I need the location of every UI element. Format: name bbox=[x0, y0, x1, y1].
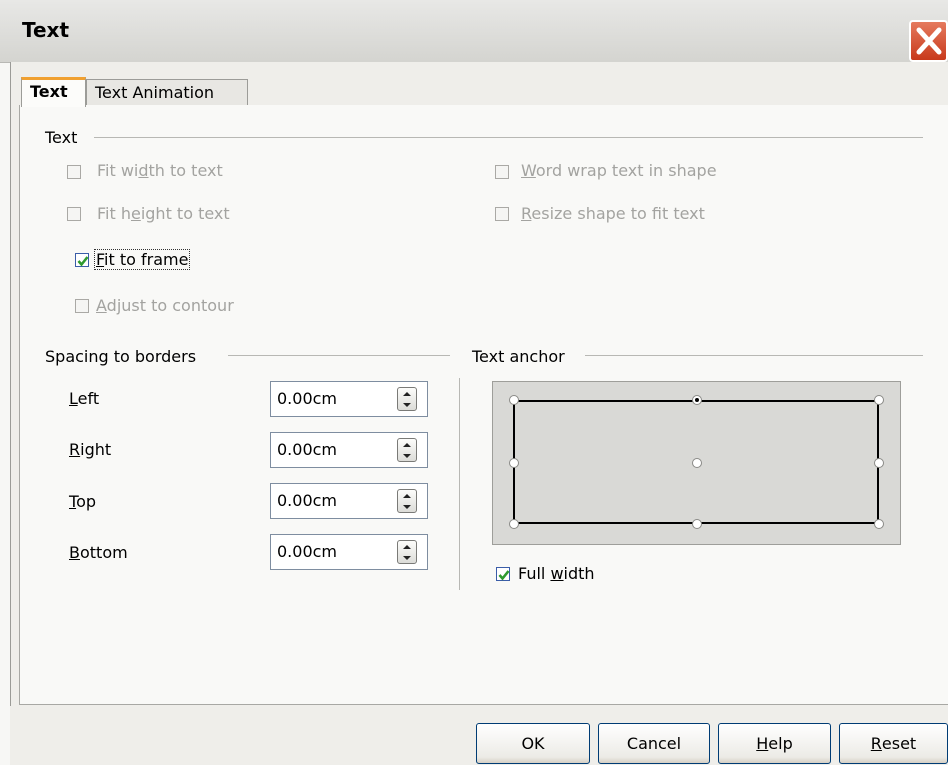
right-spacing-field[interactable] bbox=[270, 432, 428, 468]
anchor-middle-left[interactable] bbox=[509, 458, 519, 468]
close-icon bbox=[916, 27, 942, 55]
bottom-spacing-input[interactable] bbox=[277, 542, 387, 561]
text-section-line bbox=[94, 137, 923, 138]
top-spacing-input[interactable] bbox=[277, 491, 387, 510]
anchor-bottom-center[interactable] bbox=[692, 519, 702, 529]
left-spacing-field[interactable] bbox=[270, 381, 428, 417]
word-wrap-checkbox[interactable] bbox=[495, 165, 509, 179]
left-label: Left bbox=[69, 389, 100, 408]
spin-up-icon[interactable] bbox=[398, 490, 416, 501]
bottom-spin-button[interactable] bbox=[397, 540, 417, 564]
fit-width-label: Fit width to text bbox=[97, 161, 223, 180]
cancel-button[interactable]: Cancel bbox=[598, 723, 710, 764]
left-spacing-input[interactable] bbox=[277, 389, 387, 408]
help-button[interactable]: Help bbox=[718, 723, 831, 764]
spin-down-icon[interactable] bbox=[398, 450, 416, 461]
bottom-label: Bottom bbox=[69, 543, 128, 562]
anchor-top-center[interactable] bbox=[692, 395, 702, 405]
adjust-to-contour-label: Adjust to contour bbox=[96, 296, 234, 315]
full-width-label: Full width bbox=[518, 564, 595, 583]
text-section-title: Text bbox=[45, 128, 78, 147]
anchor-bottom-left[interactable] bbox=[509, 519, 519, 529]
fit-width-checkbox[interactable] bbox=[67, 165, 81, 179]
spin-down-icon[interactable] bbox=[398, 501, 416, 512]
right-label: Right bbox=[69, 440, 112, 459]
dialog-title: Text bbox=[22, 18, 70, 42]
adjust-to-contour-checkbox[interactable] bbox=[75, 299, 89, 313]
right-spacing-input[interactable] bbox=[277, 440, 387, 459]
fit-height-checkbox[interactable] bbox=[67, 207, 81, 221]
anchor-center[interactable] bbox=[692, 458, 702, 468]
spin-down-icon[interactable] bbox=[398, 399, 416, 410]
tab-text[interactable]: Text bbox=[21, 77, 86, 107]
bottom-spacing-field[interactable] bbox=[270, 534, 428, 570]
left-spin-button[interactable] bbox=[397, 387, 417, 411]
ok-button[interactable]: OK bbox=[476, 723, 590, 764]
vertical-separator bbox=[459, 378, 460, 590]
resize-shape-label: Resize shape to fit text bbox=[521, 204, 705, 223]
full-width-checkbox[interactable] bbox=[496, 567, 510, 581]
anchor-top-right[interactable] bbox=[874, 395, 884, 405]
spin-up-icon[interactable] bbox=[398, 388, 416, 399]
top-label: Top bbox=[69, 492, 97, 511]
fit-to-frame-label: Fit to frame bbox=[94, 249, 191, 270]
tab-text-animation[interactable]: Text Animation bbox=[86, 79, 248, 106]
close-button[interactable] bbox=[909, 20, 948, 62]
reset-button[interactable]: Reset bbox=[839, 723, 948, 764]
spin-up-icon[interactable] bbox=[398, 439, 416, 450]
anchor-bottom-right[interactable] bbox=[874, 519, 884, 529]
spin-down-icon[interactable] bbox=[398, 552, 416, 563]
spacing-section-line bbox=[228, 355, 450, 356]
anchor-section-title: Text anchor bbox=[472, 347, 565, 366]
checkmark-icon bbox=[77, 256, 89, 267]
resize-shape-checkbox[interactable] bbox=[495, 207, 509, 221]
checkmark-icon bbox=[498, 570, 510, 581]
right-spin-button[interactable] bbox=[397, 438, 417, 462]
anchor-top-left[interactable] bbox=[509, 395, 519, 405]
word-wrap-label: Word wrap text in shape bbox=[521, 161, 717, 180]
fit-height-label: Fit height to text bbox=[97, 204, 230, 223]
top-spacing-field[interactable] bbox=[270, 483, 428, 519]
spin-up-icon[interactable] bbox=[398, 541, 416, 552]
top-spin-button[interactable] bbox=[397, 489, 417, 513]
title-bar bbox=[0, 0, 948, 63]
anchor-section-line bbox=[585, 355, 923, 356]
spacing-section-title: Spacing to borders bbox=[45, 347, 197, 366]
anchor-middle-right[interactable] bbox=[874, 458, 884, 468]
fit-to-frame-checkbox[interactable] bbox=[75, 253, 89, 267]
